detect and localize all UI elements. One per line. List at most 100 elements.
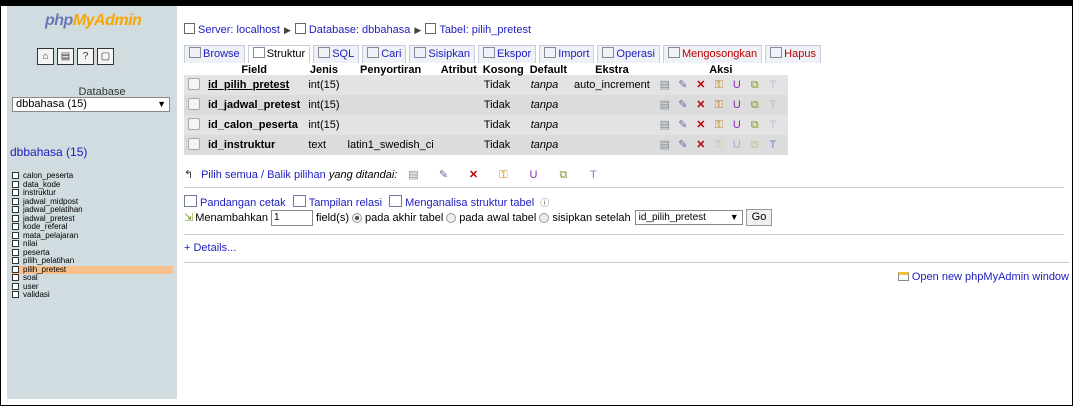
browse-distinct-icon[interactable]: ▤ [658, 138, 672, 151]
tab-cari[interactable]: Cari [362, 45, 407, 63]
tab-import[interactable]: Import [539, 45, 595, 63]
row-actions: ▤ ✎ ✕ ⚿ U ⧉ T [653, 95, 788, 115]
field-null: Tidak [479, 95, 527, 115]
edit-icon[interactable]: ✎ [676, 98, 690, 111]
tab-browse[interactable]: Browse [184, 45, 245, 63]
docs-icon[interactable]: ? [77, 48, 94, 65]
table-icon [12, 240, 19, 247]
select-all-link[interactable]: Pilih semua / Balik pilihan [201, 169, 326, 181]
relation-icon [292, 195, 306, 207]
empty-icon [667, 47, 680, 58]
row-checkbox[interactable] [188, 97, 200, 110]
unique-icon[interactable]: U [730, 99, 744, 111]
nav-icon-bar: ⌂ ▤ ? ▢ [37, 48, 114, 65]
home-icon[interactable]: ⌂ [37, 48, 54, 65]
index-icon[interactable]: ⧉ [556, 169, 570, 182]
print-view-link[interactable]: Pandangan cetak [200, 197, 286, 209]
fulltext-icon[interactable]: T [766, 79, 780, 91]
structure-options: Pandangan cetak Tampilan relasi Menganal… [184, 195, 549, 209]
delete-icon[interactable]: ✕ [466, 168, 480, 181]
sql-docs-icon[interactable]: ▢ [97, 48, 114, 65]
go-button[interactable]: Go [745, 209, 773, 226]
analyze-structure-link[interactable]: Menganalisa struktur tabel [405, 197, 534, 209]
delete-icon[interactable]: ✕ [694, 98, 708, 111]
fulltext-icon[interactable]: T [766, 119, 780, 131]
index-icon[interactable]: ⧉ [748, 99, 762, 112]
breadcrumb-server[interactable]: Server: localhost [198, 24, 280, 36]
tab-sql[interactable]: SQL [313, 45, 360, 63]
table-item[interactable]: validasi [11, 290, 173, 300]
after-field-select[interactable]: id_pilih_pretest ▼ [634, 210, 743, 225]
browse-distinct-icon[interactable]: ▤ [658, 78, 672, 91]
browse-distinct-icon[interactable]: ▤ [658, 118, 672, 131]
browse-distinct-icon[interactable]: ▤ [406, 168, 420, 181]
structure-icon [252, 47, 265, 58]
tab-sisipkan[interactable]: Sisipkan [409, 45, 475, 63]
primary-key-icon[interactable]: ⚿ [712, 79, 726, 92]
tab-mengosongkan[interactable]: Mengosongkan [662, 45, 763, 63]
tab-struktur[interactable]: Struktur [247, 45, 311, 63]
index-icon[interactable]: ⧉ [748, 79, 762, 92]
fulltext-icon[interactable]: T [766, 99, 780, 111]
browse-distinct-icon[interactable]: ▤ [658, 98, 672, 111]
add-field-count-input[interactable] [271, 209, 313, 226]
unique-icon[interactable]: U [526, 169, 540, 181]
table-row: id_instruktur text latin1_swedish_ci Tid… [184, 135, 788, 155]
field-default: tanpa [526, 95, 571, 115]
radio-end-label: pada akhir tabel [365, 211, 444, 224]
row-checkbox[interactable] [188, 77, 200, 90]
drop-icon [770, 47, 783, 58]
sql-icon [318, 47, 331, 58]
tab-hapus[interactable]: Hapus [765, 45, 821, 63]
primary-key-icon[interactable]: ⚿ [712, 119, 726, 132]
table-icon [12, 265, 19, 273]
primary-key-icon[interactable]: ⚿ [496, 169, 510, 182]
header-checkbox [184, 65, 204, 75]
radio-end-of-table[interactable] [352, 212, 363, 223]
field-null: Tidak [479, 135, 527, 155]
field-collation [343, 95, 438, 115]
query-window-icon[interactable]: ▤ [57, 48, 74, 65]
table-icon [12, 231, 19, 239]
primary-key-icon[interactable]: ⚿ [712, 139, 726, 152]
database-link[interactable]: dbbahasa (15) [10, 145, 87, 159]
details-link[interactable]: + Details... [184, 242, 236, 254]
radio-begin-of-table[interactable] [446, 212, 457, 223]
unique-icon[interactable]: U [730, 139, 744, 151]
radio-after-field[interactable] [539, 212, 550, 223]
help-icon[interactable]: ⓘ [540, 198, 549, 208]
fulltext-icon[interactable]: T [766, 139, 780, 151]
row-checkbox[interactable] [188, 137, 200, 150]
edit-icon[interactable]: ✎ [676, 138, 690, 151]
table-icon [12, 223, 19, 230]
delete-icon[interactable]: ✕ [694, 138, 708, 151]
tab-ekspor[interactable]: Ekspor [477, 45, 537, 63]
delete-icon[interactable]: ✕ [694, 78, 708, 91]
breadcrumb-database[interactable]: Database: dbbahasa [309, 24, 411, 36]
field-name: id_pilih_pretest [204, 75, 305, 95]
add-field-icon: ⇲ [184, 212, 194, 224]
field-type: int(15) [304, 95, 344, 115]
index-icon[interactable]: ⧉ [748, 119, 762, 132]
field-default: tanpa [526, 135, 571, 155]
breadcrumb-table[interactable]: Tabel: pilih_pretest [439, 24, 531, 36]
server-icon [184, 23, 195, 34]
unique-icon[interactable]: U [730, 79, 744, 91]
fulltext-icon[interactable]: T [586, 169, 600, 181]
field-name: id_jadwal_pretest [204, 95, 305, 115]
relation-view-link[interactable]: Tampilan relasi [309, 197, 382, 209]
edit-icon[interactable]: ✎ [676, 118, 690, 131]
phpmyadmin-logo[interactable]: phpMyAdmin [45, 12, 142, 30]
radio-begin-label: pada awal tabel [459, 211, 537, 224]
arrow-up-icon: ↰ [184, 169, 194, 181]
delete-icon[interactable]: ✕ [694, 118, 708, 131]
row-checkbox[interactable] [188, 117, 200, 130]
primary-key-icon[interactable]: ⚿ [712, 99, 726, 112]
database-select[interactable]: dbbahasa (15) ▼ [12, 97, 170, 112]
unique-icon[interactable]: U [730, 119, 744, 131]
tab-operasi[interactable]: Operasi [597, 45, 660, 63]
index-icon[interactable]: ⧉ [748, 139, 762, 152]
new-window-link[interactable]: Open new phpMyAdmin window [897, 271, 1069, 283]
edit-icon[interactable]: ✎ [436, 168, 450, 181]
edit-icon[interactable]: ✎ [676, 78, 690, 91]
